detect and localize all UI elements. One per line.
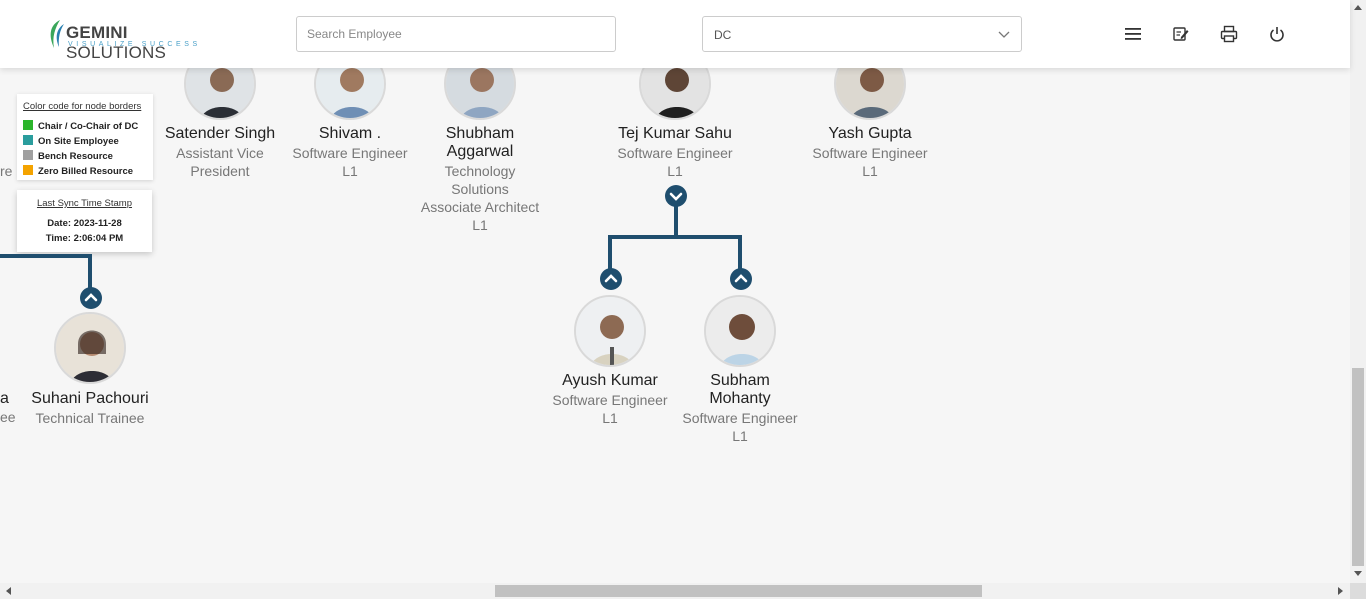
employee-name[interactable]: Aggarwal (410, 143, 550, 161)
sync-date: Date: 2023-11-28 (47, 218, 122, 229)
last-sync-box: Last Sync Time Stamp Date: 2023-11-28 Ti… (17, 190, 152, 252)
chevron-up-icon (84, 293, 98, 302)
legend-swatch-green (23, 120, 33, 130)
employee-name[interactable]: Shivam . (280, 125, 420, 143)
employee-name[interactable]: Subham (670, 372, 810, 390)
employee-role: L1 (732, 428, 748, 444)
logo-tagline: VISUALIZE SUCCESS (68, 41, 201, 48)
employee-name[interactable]: Shubham (410, 125, 550, 143)
employee-role: Solutions (451, 181, 509, 197)
employee-role: Software Engineer (552, 392, 668, 408)
connector-line (88, 254, 92, 288)
employee-role: Software Engineer (292, 145, 408, 161)
horizontal-scrollbar[interactable] (0, 583, 1350, 599)
employee-name[interactable]: Satender Singh (150, 125, 290, 143)
employee-avatar[interactable] (54, 312, 126, 384)
employee-role: L1 (472, 217, 488, 233)
scroll-right-arrow-icon[interactable] (1338, 587, 1344, 595)
employee-name[interactable]: Yash Gupta (800, 125, 940, 143)
employee-role: President (190, 163, 250, 179)
person-avatar-icon (576, 297, 644, 365)
vertical-scroll-thumb[interactable] (1352, 368, 1364, 566)
print-icon[interactable] (1220, 25, 1238, 43)
menu-icon[interactable] (1124, 25, 1142, 43)
gemini-logo-icon (50, 20, 64, 48)
sync-time: Time: 2:06:04 PM (45, 233, 124, 244)
power-icon[interactable] (1268, 25, 1286, 43)
employee-role: Assistant Vice (176, 145, 264, 161)
department-selected-value: DC (714, 28, 732, 42)
color-legend: Color code for node borders Chair / Co-C… (17, 94, 153, 180)
notes-icon[interactable] (1172, 25, 1190, 43)
employee-name[interactable]: Mohanty (670, 390, 810, 408)
sync-title: Last Sync Time Stamp (36, 198, 133, 209)
employee-role: Technology (444, 163, 516, 179)
cutoff-role-fragment: ee (0, 409, 16, 425)
scroll-left-arrow-icon[interactable] (5, 587, 11, 595)
collapse-toggle-button[interactable] (730, 268, 752, 290)
legend-swatch-orange (23, 165, 33, 175)
chevron-down-icon (998, 31, 1010, 38)
connector-line (608, 235, 612, 271)
chevron-down-icon (669, 192, 683, 201)
employee-name[interactable]: Ayush Kumar (540, 372, 680, 390)
expand-toggle-button[interactable] (665, 185, 687, 207)
employee-avatar[interactable] (574, 295, 646, 367)
employee-role: L1 (342, 163, 358, 179)
employee-name[interactable]: Suhani Pachouri (20, 390, 160, 408)
collapse-toggle-button[interactable] (80, 287, 102, 309)
employee-role: Software Engineer (617, 145, 733, 161)
top-header: GEMINI SOLUTIONS VISUALIZE SUCCESS DC (0, 0, 1350, 68)
horizontal-scroll-thumb[interactable] (495, 585, 982, 597)
employee-name[interactable]: Tej Kumar Sahu (605, 125, 745, 143)
employee-role: L1 (602, 410, 618, 426)
legend-swatch-gray (23, 150, 33, 160)
scrollbar-corner (1350, 583, 1366, 599)
cutoff-name-fragment: a (0, 390, 9, 407)
employee-role: Software Engineer (812, 145, 928, 161)
department-select[interactable]: DC (702, 16, 1022, 52)
chevron-up-icon (734, 274, 748, 283)
cutoff-role-fragment: re (0, 163, 13, 179)
person-avatar-icon (56, 314, 124, 382)
legend-swatch-teal (23, 135, 33, 145)
employee-role: L1 (862, 163, 878, 179)
connector-line (0, 254, 92, 258)
employee-role: Technical Trainee (35, 410, 145, 426)
employee-avatar[interactable] (704, 295, 776, 367)
legend-title: Color code for node borders (23, 101, 142, 112)
connector-line (608, 235, 742, 239)
employee-role: Associate Architect (420, 199, 540, 215)
vertical-scrollbar[interactable] (1350, 0, 1366, 583)
person-avatar-icon (706, 297, 774, 365)
connector-line (738, 235, 742, 271)
scroll-down-arrow-icon[interactable] (1354, 571, 1362, 577)
chevron-up-icon (604, 274, 618, 283)
scroll-up-arrow-icon[interactable] (1354, 4, 1362, 10)
collapse-toggle-button[interactable] (600, 268, 622, 290)
employee-role: Software Engineer (682, 410, 798, 426)
employee-role: L1 (667, 163, 683, 179)
company-logo[interactable]: GEMINI SOLUTIONS VISUALIZE SUCCESS (46, 17, 216, 62)
search-employee-input[interactable] (296, 16, 616, 52)
